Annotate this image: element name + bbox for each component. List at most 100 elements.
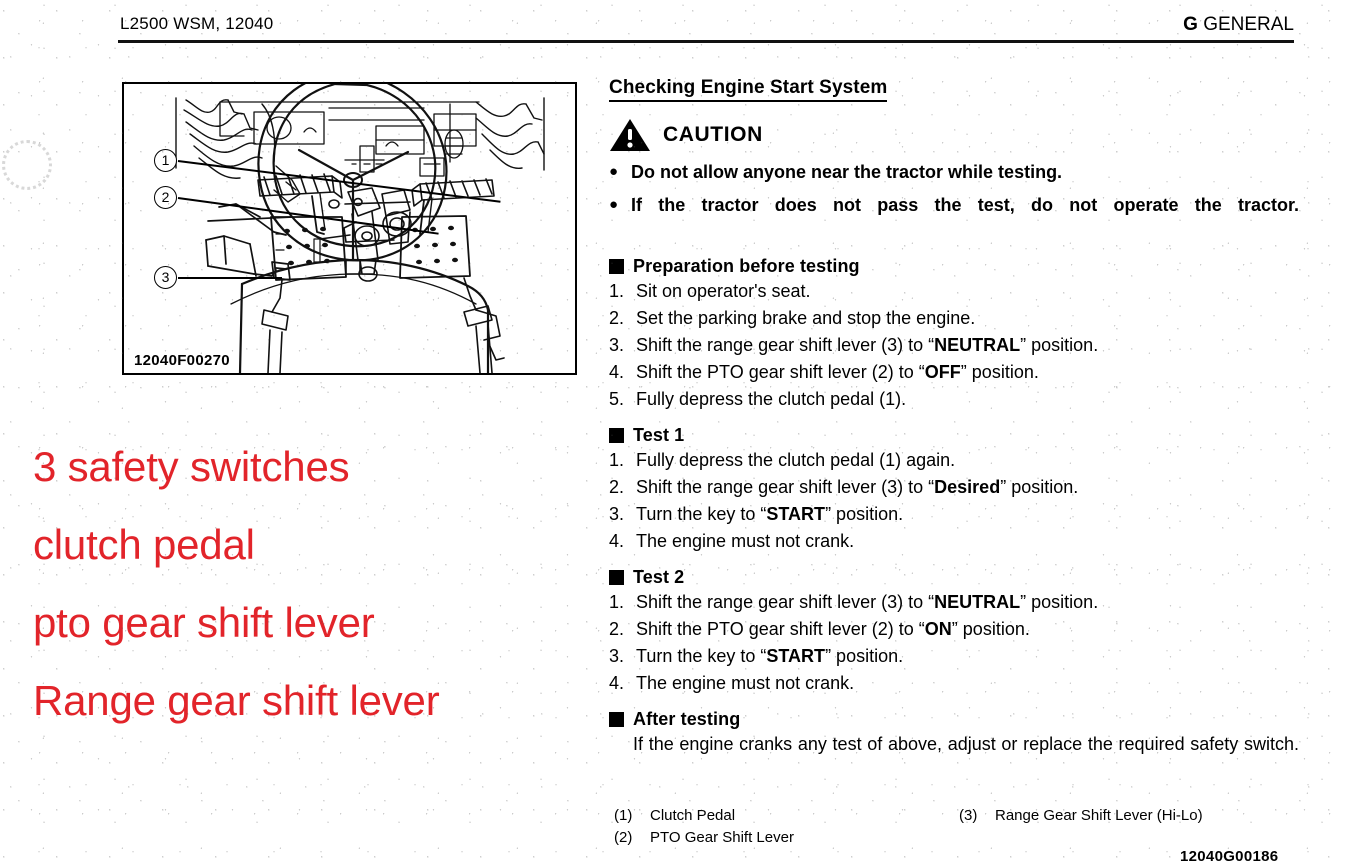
step-text: Sit on operator's seat.	[636, 278, 1299, 305]
caution-label: CAUTION	[663, 123, 763, 146]
step-number: 1.	[609, 592, 625, 612]
step-fragment: Fully depress the clutch pedal (1) again…	[636, 450, 956, 470]
header-chapter: G GENERAL	[1183, 14, 1294, 36]
section-heading-label: Preparation before testing	[633, 256, 860, 276]
procedure-step: 3. Turn the key to “START” position.	[609, 501, 1299, 528]
after-testing-label: After testing	[633, 709, 741, 729]
procedure-step: 4. Shift the PTO gear shift lever (2) to …	[609, 359, 1299, 386]
step-fragment: ” position.	[1020, 592, 1099, 612]
red-annotation-block: 3 safety switches clutch pedal pto gear …	[33, 428, 613, 740]
figure-legend: (1) Clutch Pedal (3) Range Gear Shift Le…	[614, 805, 1304, 849]
step-fragment: Shift the PTO gear shift lever (2) to “	[636, 619, 925, 639]
step-emphasis: START	[766, 504, 826, 524]
header-document-id: L2500 WSM, 12040	[120, 14, 274, 33]
callout-3: 3	[154, 266, 177, 289]
procedure-step: 2. Shift the PTO gear shift lever (2) to …	[609, 616, 1299, 643]
step-fragment: ” position.	[1000, 477, 1079, 497]
section-marker-icon	[609, 259, 624, 274]
step-fragment: The engine must not crank.	[636, 673, 855, 693]
step-number: 4.	[609, 362, 625, 382]
procedure-step: 3. Shift the range gear shift lever (3) t…	[609, 332, 1299, 359]
header-chapter-letter: G	[1183, 14, 1198, 35]
callout-2: 2	[154, 186, 177, 209]
step-text: Shift the range gear shift lever (3) to …	[636, 474, 1299, 501]
step-text: The engine must not crank.	[636, 528, 1299, 555]
scan-hole-punch-artifact	[2, 140, 52, 190]
step-fragment: Shift the range gear shift lever (3) to …	[636, 335, 935, 355]
procedure-step: 2. Set the parking brake and stop the eng…	[609, 305, 1299, 332]
step-fragment: Turn the key to “	[636, 504, 767, 524]
step-emphasis: START	[766, 646, 826, 666]
warning-triangle-icon	[610, 119, 650, 151]
legend-label: Range Gear Shift Lever (Hi-Lo)	[995, 807, 1203, 824]
section-heading-label: Test 1	[633, 425, 685, 445]
step-text: Turn the key to “START” position.	[636, 643, 1299, 670]
procedure-sections: Preparation before testing 1. Sit on opera…	[609, 256, 1299, 697]
step-fragment: Shift the range gear shift lever (3) to …	[636, 477, 935, 497]
legend-item: (2) PTO Gear Shift Lever	[614, 827, 959, 849]
annotation-line-4: Range gear shift lever	[33, 677, 440, 724]
legend-row: (2) PTO Gear Shift Lever	[614, 827, 1304, 849]
procedure-step: 1. Fully depress the clutch pedal (1) aga…	[609, 447, 1299, 474]
step-fragment: ” position.	[825, 504, 904, 524]
step-text: The engine must not crank.	[636, 670, 1299, 697]
bullet-dot-icon: ●	[609, 196, 619, 213]
annotation-line-1: 3 safety switches	[33, 443, 350, 490]
step-text: Shift the range gear shift lever (3) to …	[636, 589, 1299, 616]
step-emphasis: OFF	[924, 362, 961, 382]
figure-panel: 1 2 3 12040F00270	[122, 82, 577, 375]
legend-item: (3) Range Gear Shift Lever (Hi-Lo)	[959, 805, 1304, 827]
section-heading: Test 1	[609, 425, 1299, 446]
step-number: 3.	[609, 335, 625, 355]
legend-key: (3)	[959, 807, 978, 824]
step-fragment: Shift the range gear shift lever (3) to …	[636, 592, 935, 612]
step-number: 3.	[609, 646, 625, 666]
step-number: 4.	[609, 673, 625, 693]
caution-header: CAUTION	[609, 118, 1299, 152]
step-emphasis: NEUTRAL	[934, 335, 1021, 355]
header-rule	[118, 40, 1294, 43]
caution-bullet-text: Do not allow anyone near the tractor whi…	[631, 162, 1063, 182]
content-column: Checking Engine Start System CAUTION ● D…	[609, 78, 1299, 785]
procedure-step: 2. Shift the range gear shift lever (3) t…	[609, 474, 1299, 501]
figure-code: 12040F00270	[132, 352, 232, 369]
tractor-platform-illustration	[175, 84, 545, 373]
legend-row: (1) Clutch Pedal (3) Range Gear Shift Le…	[614, 805, 1304, 827]
step-number: 2.	[609, 619, 625, 639]
legend-key: (1)	[614, 807, 633, 824]
legend-item	[959, 827, 1304, 849]
section-heading-label: Test 2	[633, 567, 685, 587]
step-number: 4.	[609, 531, 625, 551]
step-fragment: The engine must not crank.	[636, 531, 855, 551]
callout-leader-3	[178, 277, 282, 279]
procedure-step: 4. The engine must not crank.	[609, 528, 1299, 555]
step-emphasis: Desired	[934, 477, 1001, 497]
step-number: 1.	[609, 281, 625, 301]
legend-item: (1) Clutch Pedal	[614, 805, 959, 827]
step-number: 2.	[609, 477, 625, 497]
step-text: Set the parking brake and stop the engin…	[636, 305, 1299, 332]
caution-bullet: ● If the tractor does not pass the test,…	[609, 192, 1299, 244]
step-text: Shift the PTO gear shift lever (2) to “O…	[636, 359, 1299, 386]
procedure-step: 3. Turn the key to “START” position.	[609, 643, 1299, 670]
footer-figure-code: 12040G00186	[1180, 848, 1279, 865]
step-fragment: ” position.	[1020, 335, 1099, 355]
step-emphasis: ON	[924, 619, 952, 639]
bullet-dot-icon: ●	[609, 163, 619, 180]
step-fragment: Fully depress the clutch pedal (1).	[636, 389, 907, 409]
page-header: L2500 WSM, 12040 G GENERAL	[118, 14, 1294, 44]
step-fragment: ” position.	[825, 646, 904, 666]
caution-bullet-text: If the tractor does not pass the test, d…	[631, 195, 1299, 215]
section-heading: Test 2	[609, 567, 1299, 588]
step-fragment: Sit on operator's seat.	[636, 281, 811, 301]
annotation-line-3: pto gear shift lever	[33, 599, 375, 646]
step-emphasis: NEUTRAL	[934, 592, 1021, 612]
step-number: 5.	[609, 389, 625, 409]
step-fragment: Turn the key to “	[636, 646, 767, 666]
annotation-line-2: clutch pedal	[33, 521, 255, 568]
after-testing-heading: After testing	[609, 709, 1299, 730]
step-text: Shift the PTO gear shift lever (2) to “O…	[636, 616, 1299, 643]
step-number: 3.	[609, 504, 625, 524]
step-text: Turn the key to “START” position.	[636, 501, 1299, 528]
procedure-step: 1. Shift the range gear shift lever (3) t…	[609, 589, 1299, 616]
